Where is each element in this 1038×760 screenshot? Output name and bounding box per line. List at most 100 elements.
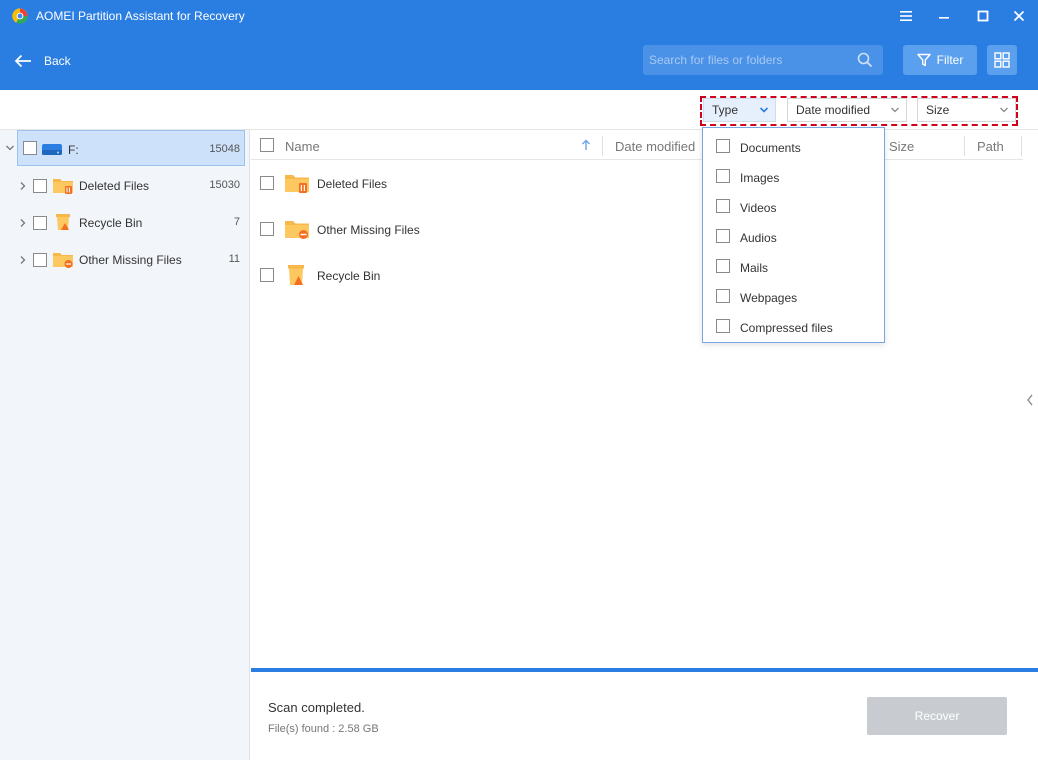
back-arrow-icon (14, 54, 31, 68)
file-row-recycle-bin[interactable]: Recycle Bin (251, 252, 701, 298)
deleted-files-count: 15030 (209, 179, 240, 191)
type-option-checkbox[interactable] (716, 169, 730, 183)
chevron-right-icon[interactable] (18, 181, 28, 191)
type-option-audios[interactable]: Audios (703, 221, 884, 251)
header-bar: Back Filter (0, 32, 1038, 90)
type-filter-dropdown: Documents Images Videos Audios Mails Web… (702, 127, 885, 343)
file-row-checkbox[interactable] (260, 268, 274, 282)
column-separator[interactable] (964, 136, 965, 156)
back-button[interactable]: Back (14, 50, 71, 72)
folder-missing-icon (285, 221, 309, 239)
sidebar-tree: F: 15048 Deleted Files 15030 Recycle Bin… (0, 130, 250, 760)
view-toggle-button[interactable] (987, 45, 1017, 75)
type-option-checkbox[interactable] (716, 259, 730, 273)
type-filter-label: Type (712, 103, 739, 117)
hamburger-menu-icon (900, 11, 912, 21)
tree-item-recycle-bin[interactable]: Recycle Bin 7 (0, 204, 248, 241)
type-option-label: Documents (740, 141, 801, 155)
file-row-label: Other Missing Files (317, 223, 420, 237)
type-option-mails[interactable]: Mails (703, 251, 884, 281)
chevron-right-icon[interactable] (18, 255, 28, 265)
type-option-images[interactable]: Images (703, 161, 884, 191)
other-missing-files-label: Other Missing Files (79, 253, 182, 267)
size-filter-label: Size (926, 103, 950, 117)
type-filter-select[interactable]: Type (703, 98, 776, 122)
date-filter-label: Date modified (796, 103, 871, 117)
scan-status: Scan completed. (268, 700, 365, 715)
file-row-checkbox[interactable] (260, 222, 274, 236)
search-box (643, 45, 883, 75)
chevron-right-icon[interactable] (18, 218, 28, 228)
sort-ascending-icon[interactable] (581, 139, 591, 151)
drive-label: F: (68, 143, 79, 157)
type-option-label: Compressed files (740, 321, 833, 335)
app-logo-icon (12, 8, 28, 24)
folder-missing-icon (53, 253, 73, 268)
chevron-down-icon[interactable] (5, 143, 15, 153)
drive-count: 15048 (209, 143, 240, 155)
type-option-videos[interactable]: Videos (703, 191, 884, 221)
recycle-bin-count: 7 (233, 216, 240, 228)
type-option-checkbox[interactable] (716, 229, 730, 243)
type-option-checkbox[interactable] (716, 289, 730, 303)
chevron-left-icon[interactable] (1025, 393, 1035, 407)
file-row-deleted-files[interactable]: Deleted Files (251, 160, 701, 206)
recycle-bin-checkbox[interactable] (33, 216, 47, 230)
type-option-checkbox[interactable] (716, 139, 730, 153)
folder-trash-icon (53, 179, 73, 194)
minimize-icon (939, 17, 949, 19)
tree-item-drive[interactable]: F: 15048 (17, 130, 245, 166)
chevron-down-icon (891, 107, 899, 113)
deleted-files-label: Deleted Files (79, 179, 150, 193)
tree-item-other-missing-files[interactable]: Other Missing Files 11 (0, 241, 248, 278)
search-icon[interactable] (857, 52, 873, 68)
close-button[interactable] (1006, 4, 1032, 28)
recycle-bin-label: Recycle Bin (79, 216, 143, 230)
status-bar: Scan completed. File(s) found : 2.58 GB … (251, 668, 1038, 760)
column-date-modified[interactable]: Date modified (615, 139, 695, 154)
file-row-other-missing-files[interactable]: Other Missing Files (251, 206, 701, 252)
funnel-icon (916, 53, 931, 67)
type-option-label: Mails (740, 261, 769, 275)
filter-row: Type Date modified Size (0, 90, 1038, 130)
grid-view-icon (994, 52, 1010, 68)
tree-item-deleted-files[interactable]: Deleted Files 15030 (0, 167, 248, 204)
type-option-documents[interactable]: Documents (703, 131, 884, 161)
file-row-label: Deleted Files (317, 177, 388, 191)
other-missing-files-checkbox[interactable] (33, 253, 47, 267)
filter-label: Filter (936, 53, 964, 67)
size-filter-select[interactable]: Size (917, 98, 1016, 122)
type-option-label: Images (740, 171, 780, 185)
minimize-button[interactable] (931, 4, 957, 28)
file-row-label: Recycle Bin (317, 269, 381, 283)
back-label: Back (44, 54, 71, 68)
column-separator[interactable] (602, 136, 603, 156)
type-option-checkbox[interactable] (716, 199, 730, 213)
filter-button[interactable]: Filter (903, 45, 977, 75)
other-missing-files-count: 11 (228, 253, 240, 265)
type-option-webpages[interactable]: Webpages (703, 281, 884, 311)
search-input[interactable] (643, 45, 848, 75)
date-filter-select[interactable]: Date modified (787, 98, 907, 122)
chevron-down-icon (1000, 107, 1008, 113)
chevron-down-icon (759, 107, 769, 113)
type-option-compressed-files[interactable]: Compressed files (703, 311, 884, 341)
menu-button[interactable] (893, 4, 919, 28)
drive-icon (42, 144, 62, 155)
deleted-files-checkbox[interactable] (33, 179, 47, 193)
column-path[interactable]: Path (977, 139, 1004, 154)
maximize-button[interactable] (970, 4, 996, 28)
column-name[interactable]: Name (285, 139, 320, 154)
column-size[interactable]: Size (889, 139, 914, 154)
column-separator[interactable] (1021, 136, 1022, 156)
type-option-checkbox[interactable] (716, 319, 730, 333)
select-all-checkbox[interactable] (260, 138, 274, 152)
type-option-label: Audios (740, 231, 777, 245)
type-option-label: Webpages (740, 291, 798, 305)
recycle-bin-icon (288, 265, 304, 285)
file-row-checkbox[interactable] (260, 176, 274, 190)
drive-checkbox[interactable] (23, 141, 37, 155)
recover-button[interactable]: Recover (867, 697, 1007, 735)
type-option-label: Videos (740, 201, 777, 215)
recycle-bin-icon (56, 214, 70, 230)
